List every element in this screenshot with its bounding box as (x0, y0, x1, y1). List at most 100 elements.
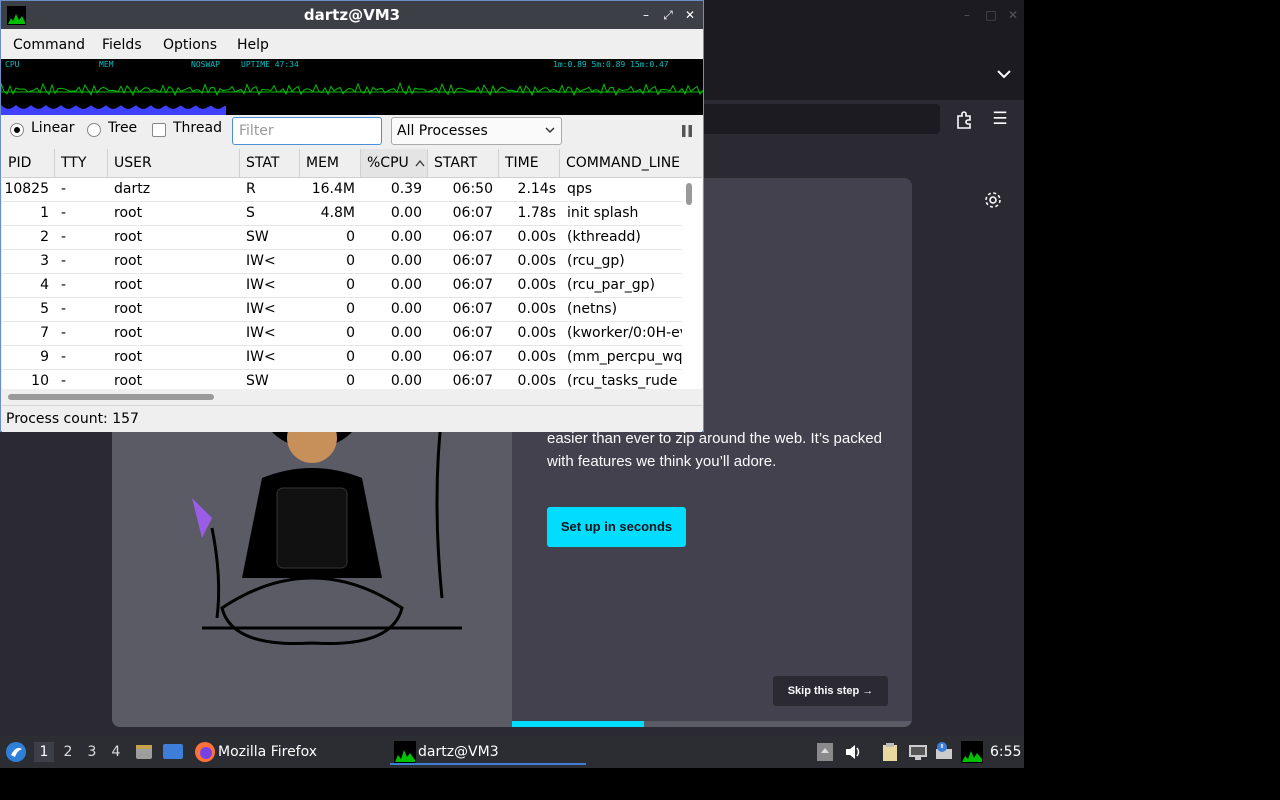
cell-cpu: 0.00 (390, 373, 422, 389)
column-header-time[interactable]: TIME (499, 149, 560, 177)
cell-time: 0.00s (517, 229, 556, 245)
table-row[interactable]: 10- root SW 0 0.00 06:07 0.00s (rcu_tasks_rude (2, 370, 682, 389)
cell-start: 06:07 (452, 277, 493, 293)
qps-titlebar[interactable]: dartz@VM3 – ⤢ ✕ (1, 1, 703, 29)
system-graph-panel: CPU MEM NOSWAP UPTIME 47:34 1m:0.89 5m:0… (1, 59, 703, 115)
column-header-stat[interactable]: STAT (240, 149, 300, 177)
skip-step-button[interactable]: Skip this step → (773, 676, 888, 706)
eject-icon[interactable] (816, 742, 834, 762)
menu-help[interactable]: Help (237, 29, 269, 59)
close-button[interactable]: ✕ (681, 5, 699, 25)
volume-icon[interactable] (843, 742, 863, 762)
menu-fields[interactable]: Fields (102, 29, 142, 59)
table-row[interactable]: 5- root IW< 0 0.00 06:07 0.00s (netns) (2, 298, 682, 322)
workspace-3[interactable]: 3 (82, 742, 102, 762)
menubar: Command Fields Options Help (1, 29, 703, 59)
network-icon[interactable] (907, 742, 929, 762)
firefox-maximize-button[interactable]: □ (982, 6, 1000, 24)
cell-cpu: 0.00 (390, 325, 422, 341)
column-header-pid[interactable]: PID (2, 149, 55, 177)
notification-icon[interactable] (934, 741, 954, 761)
workspace-4[interactable]: 4 (106, 742, 126, 762)
statusbar: Process count: 157 (2, 405, 702, 432)
maximize-button[interactable]: ⤢ (659, 5, 677, 25)
show-desktop-icon[interactable] (162, 742, 184, 762)
settings-gear-icon[interactable] (983, 190, 1003, 210)
firefox-minimize-button[interactable]: – (958, 6, 976, 24)
table-row[interactable]: 2- root SW 0 0.00 06:07 0.00s (kthreadd) (2, 226, 682, 250)
table-row[interactable]: 3- root IW< 0 0.00 06:07 0.00s (rcu_gp) (2, 250, 682, 274)
cell-mem: 0 (346, 325, 355, 341)
horizontal-scroll-area (2, 389, 702, 405)
list-all-tabs-chevron-icon[interactable] (994, 64, 1014, 84)
cell-user: root (114, 277, 143, 293)
menu-options[interactable]: Options (163, 29, 217, 59)
cell-time: 0.00s (517, 277, 556, 293)
file-manager-icon[interactable] (134, 742, 154, 762)
cell-stat: R (246, 181, 256, 197)
cell-time: 2.14s (517, 181, 556, 197)
cell-stat: IW< (246, 349, 276, 365)
cell-tty: - (61, 229, 67, 245)
cell-user: root (114, 301, 143, 317)
column-header-user[interactable]: USER (108, 149, 240, 177)
cell-start: 06:07 (452, 349, 493, 365)
cell-mem: 0 (346, 373, 355, 389)
cell-pid: 5 (40, 301, 49, 317)
table-row[interactable]: 4- root IW< 0 0.00 06:07 0.00s (rcu_par_gp) (2, 274, 682, 298)
cell-pid: 9 (40, 349, 49, 365)
start-menu-icon[interactable] (5, 741, 27, 763)
linear-radio[interactable] (10, 123, 24, 137)
hamburger-menu-icon[interactable]: ☰ (990, 110, 1010, 130)
cell-pid: 1 (40, 205, 49, 221)
cell-cmd: (kthreadd) (567, 229, 641, 245)
pause-icon[interactable] (679, 123, 695, 139)
process-filter-value: All Processes (397, 123, 488, 139)
firefox-close-button[interactable]: ✕ (1004, 6, 1022, 24)
filter-input[interactable] (232, 117, 382, 145)
cell-user: root (114, 205, 143, 221)
cpu-monitor-icon[interactable] (961, 741, 983, 763)
column-header-command-line[interactable]: COMMAND_LINE (560, 149, 702, 177)
active-task-indicator (390, 763, 586, 765)
onboarding-progress-bar (512, 721, 912, 727)
linear-label[interactable]: Linear (31, 120, 75, 136)
cell-time: 0.00s (517, 349, 556, 365)
cell-tty: - (61, 301, 67, 317)
table-row[interactable]: 7- root IW< 0 0.00 06:07 0.00s (kworker/0:0H-ev (2, 322, 682, 346)
table-row[interactable]: 1- root S 4.8M 0.00 06:07 1.78s init splash (2, 202, 682, 226)
workspace-2[interactable]: 2 (58, 742, 78, 762)
table-row[interactable]: 10825- dartz R 16.4M 0.39 06:50 2.14s qps (2, 178, 682, 202)
column-header-tty[interactable]: TTY (55, 149, 108, 177)
cell-cpu: 0.00 (390, 301, 422, 317)
window-title: dartz@VM3 (303, 6, 401, 24)
column-header-start[interactable]: START (428, 149, 499, 177)
tree-radio[interactable] (87, 123, 101, 137)
cell-cpu: 0.00 (390, 277, 422, 293)
clipboard-icon[interactable] (880, 742, 900, 762)
cell-start: 06:07 (452, 325, 493, 341)
setup-button[interactable]: Set up in seconds (547, 507, 686, 547)
menu-command[interactable]: Command (13, 29, 85, 59)
firefox-urlbar[interactable] (700, 104, 940, 134)
cell-start: 06:50 (452, 181, 493, 197)
clock: 6:55 (990, 744, 1022, 760)
extensions-puzzle-icon[interactable] (954, 110, 974, 130)
vertical-scrollbar[interactable] (686, 183, 692, 205)
minimize-button[interactable]: – (637, 5, 655, 25)
cell-cmd: qps (567, 181, 593, 197)
column-header-cpu[interactable]: %CPU (361, 149, 428, 177)
tree-label[interactable]: Tree (108, 120, 137, 136)
sort-ascending-icon (415, 159, 425, 167)
process-filter-select[interactable]: All Processes (391, 117, 562, 145)
table-row[interactable]: 9- root IW< 0 0.00 06:07 0.00s (mm_percpu_wq) (2, 346, 682, 370)
column-header-mem[interactable]: MEM (300, 149, 361, 177)
horizontal-scrollbar[interactable] (8, 394, 214, 400)
workspace-1[interactable]: 1 (34, 742, 54, 762)
cell-cmd: (rcu_tasks_rude (567, 373, 678, 389)
thread-label[interactable]: Thread (173, 120, 222, 136)
cell-user: dartz (114, 181, 151, 197)
chevron-down-icon (545, 127, 555, 134)
thread-checkbox[interactable] (152, 123, 166, 137)
taskbar-firefox-item[interactable]: Mozilla Firefox (218, 736, 317, 768)
